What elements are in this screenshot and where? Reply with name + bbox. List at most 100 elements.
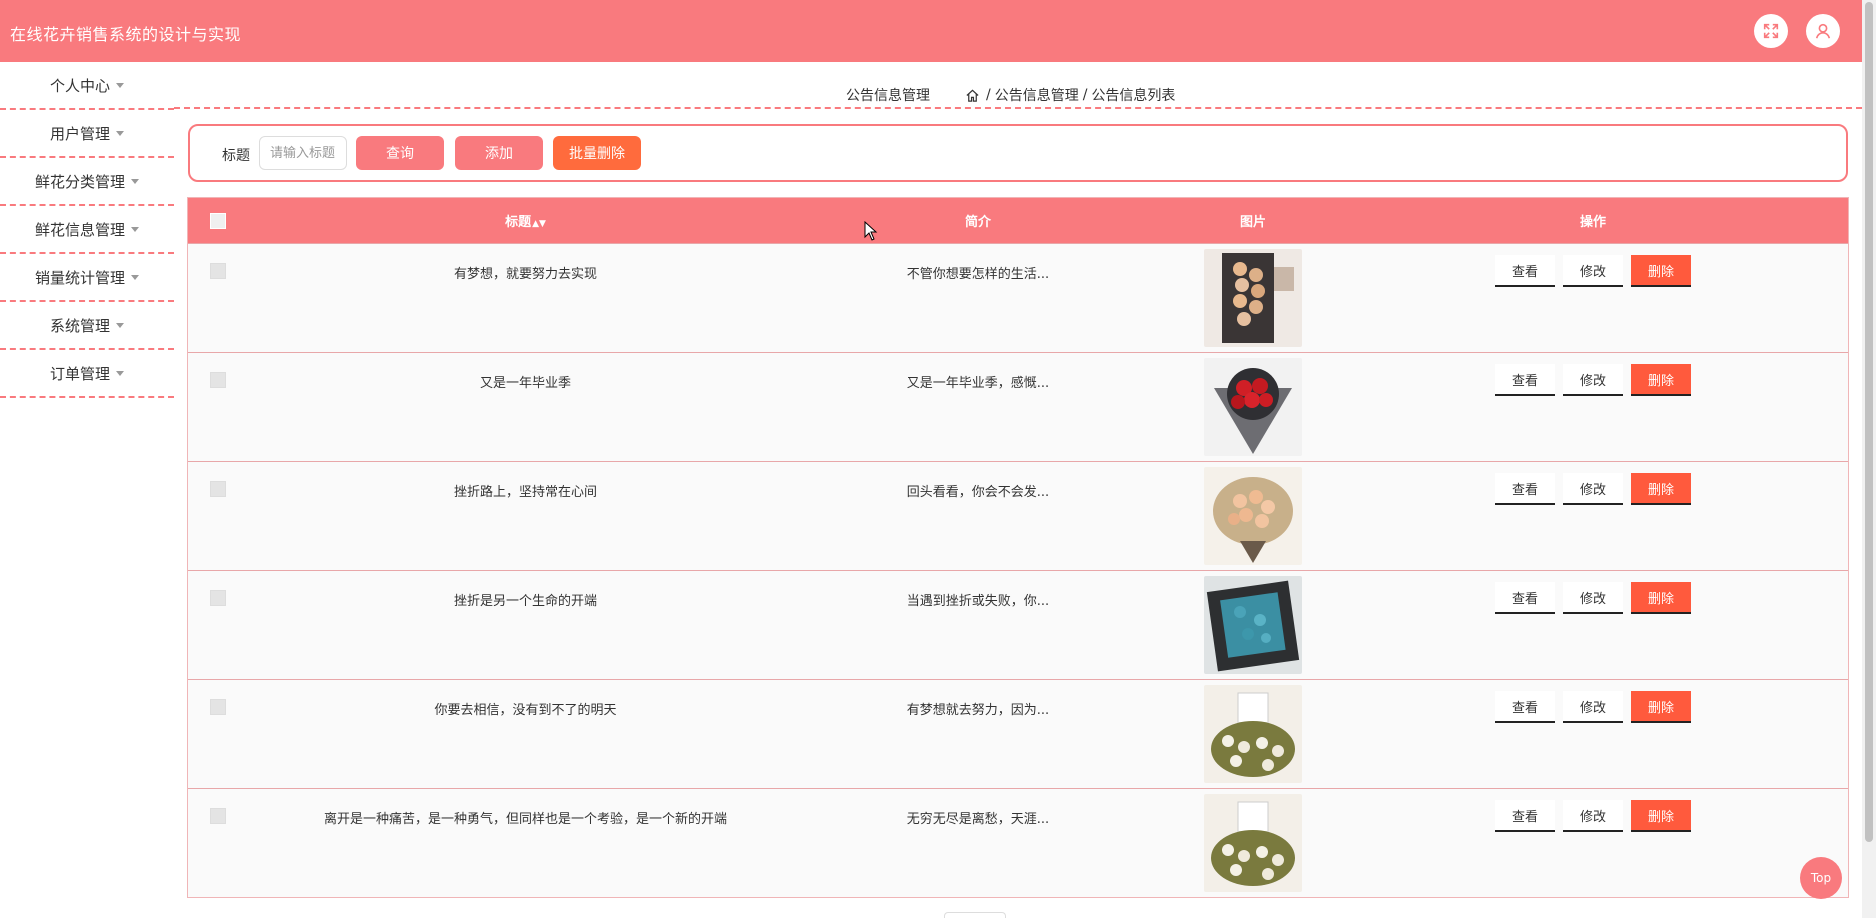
fullscreen-button[interactable] bbox=[1754, 14, 1788, 48]
caret-down-icon bbox=[131, 274, 139, 280]
view-button[interactable]: 查看 bbox=[1495, 255, 1555, 287]
user-menu-button[interactable] bbox=[1806, 14, 1840, 48]
edit-button[interactable]: 修改 bbox=[1563, 691, 1623, 723]
row-checkbox[interactable] bbox=[210, 263, 226, 279]
sidebar-item-label: 订单管理 bbox=[49, 364, 110, 383]
sidebar-item-label: 销量统计管理 bbox=[34, 268, 125, 287]
edit-button[interactable]: 修改 bbox=[1563, 582, 1623, 614]
fullscreen-icon bbox=[1763, 23, 1779, 39]
edit-button[interactable]: 修改 bbox=[1563, 255, 1623, 287]
view-button[interactable]: 查看 bbox=[1495, 582, 1555, 614]
breadcrumb-separator: / bbox=[1082, 87, 1088, 103]
back-to-top-button[interactable]: Top bbox=[1800, 857, 1842, 899]
edit-button[interactable]: 修改 bbox=[1563, 473, 1623, 505]
delete-button[interactable]: 删除 bbox=[1631, 255, 1691, 287]
sidebar-item-system[interactable]: 系统管理 bbox=[0, 302, 174, 350]
delete-button[interactable]: 删除 bbox=[1631, 800, 1691, 832]
column-brief: 简介 bbox=[964, 215, 991, 230]
edit-button[interactable]: 修改 bbox=[1563, 364, 1623, 396]
pagination[interactable] bbox=[944, 912, 1006, 918]
sidebar-item-label: 用户管理 bbox=[49, 124, 110, 143]
scrollbar-thumb[interactable] bbox=[1865, 2, 1873, 842]
select-all-checkbox[interactable] bbox=[210, 212, 226, 229]
delete-button[interactable]: 删除 bbox=[1631, 582, 1691, 614]
row-checkbox[interactable] bbox=[210, 481, 226, 497]
row-brief: 无穷无尽是离愁，天涯... bbox=[906, 812, 1050, 827]
breadcrumb-item-current: 公告信息列表 bbox=[1091, 88, 1176, 104]
sidebar-item-label: 鲜花信息管理 bbox=[34, 220, 125, 239]
add-button[interactable]: 添加 bbox=[455, 136, 543, 170]
row-title: 你要去相信，没有到不了的明天 bbox=[434, 703, 617, 718]
table-header: 标题▲▼ 简介 图片 操作 bbox=[188, 198, 1848, 243]
search-label: 标题 bbox=[222, 148, 250, 164]
top-bar: 在线花卉销售系统的设计与实现 bbox=[0, 0, 1862, 62]
row-brief: 当遇到挫折或失败，你... bbox=[906, 594, 1050, 609]
view-button[interactable]: 查看 bbox=[1495, 473, 1555, 505]
sidebar-item-label: 鲜花分类管理 bbox=[34, 172, 125, 191]
flower-image[interactable] bbox=[1204, 794, 1302, 892]
row-checkbox[interactable] bbox=[210, 372, 226, 388]
row-title: 又是一年毕业季 bbox=[479, 376, 571, 391]
delete-button[interactable]: 删除 bbox=[1631, 364, 1691, 396]
row-brief: 有梦想就去努力，因为... bbox=[906, 703, 1050, 718]
row-checkbox[interactable] bbox=[210, 808, 226, 824]
sidebar-item-label: 个人中心 bbox=[49, 76, 110, 95]
caret-down-icon bbox=[131, 178, 139, 184]
row-brief: 不管你想要怎样的生活... bbox=[906, 267, 1050, 282]
query-button[interactable]: 查询 bbox=[356, 136, 444, 170]
page-title: 公告信息管理 bbox=[846, 88, 930, 104]
table-row: 离开是一种痛苦，是一种勇气，但同样也是一个考验，是一个新的开端 无穷无尽是离愁，… bbox=[188, 788, 1848, 897]
delete-button[interactable]: 删除 bbox=[1631, 473, 1691, 505]
column-image: 图片 bbox=[1239, 215, 1266, 230]
flower-image[interactable] bbox=[1204, 576, 1302, 674]
table-row: 挫折是另一个生命的开端 当遇到挫折或失败，你... 查看 修改 删除 bbox=[188, 570, 1848, 679]
sidebar-item-personal-center[interactable]: 个人中心 bbox=[0, 62, 174, 110]
flower-image[interactable] bbox=[1204, 467, 1302, 565]
caret-down-icon bbox=[116, 370, 124, 376]
flower-image[interactable] bbox=[1204, 358, 1302, 456]
row-title: 有梦想，就要努力去实现 bbox=[453, 267, 597, 282]
view-button[interactable]: 查看 bbox=[1495, 364, 1555, 396]
caret-down-icon bbox=[116, 322, 124, 328]
table-row: 你要去相信，没有到不了的明天 有梦想就去努力，因为... 查看 修改 删除 bbox=[188, 679, 1848, 788]
column-title[interactable]: 标题▲▼ bbox=[248, 211, 803, 230]
column-actions: 操作 bbox=[1579, 215, 1606, 230]
sidebar-item-orders[interactable]: 订单管理 bbox=[0, 350, 174, 398]
sidebar-item-users[interactable]: 用户管理 bbox=[0, 110, 174, 158]
row-title: 离开是一种痛苦，是一种勇气，但同样也是一个考验，是一个新的开端 bbox=[323, 812, 727, 827]
table-row: 有梦想，就要努力去实现 不管你想要怎样的生活... 查看 修改 删除 bbox=[188, 243, 1848, 352]
sidebar-item-flower-info[interactable]: 鲜花信息管理 bbox=[0, 206, 174, 254]
sidebar-item-sales-stats[interactable]: 销量统计管理 bbox=[0, 254, 174, 302]
row-checkbox[interactable] bbox=[210, 699, 226, 715]
caret-down-icon bbox=[131, 226, 139, 232]
caret-down-icon bbox=[116, 130, 124, 136]
table-row: 又是一年毕业季 又是一年毕业季，感慨... 查看 修改 删除 bbox=[188, 352, 1848, 461]
mouse-cursor-icon bbox=[864, 221, 878, 241]
row-brief: 又是一年毕业季，感慨... bbox=[906, 376, 1050, 391]
sort-icon[interactable]: ▲▼ bbox=[532, 219, 546, 229]
breadcrumb: / 公告信息管理 / 公告信息列表 bbox=[965, 85, 1175, 105]
caret-down-icon bbox=[116, 82, 124, 88]
sidebar-item-flower-category[interactable]: 鲜花分类管理 bbox=[0, 158, 174, 206]
title-search-input[interactable] bbox=[259, 136, 347, 170]
row-title: 挫折是另一个生命的开端 bbox=[453, 594, 597, 609]
delete-button[interactable]: 删除 bbox=[1631, 691, 1691, 723]
row-title: 挫折路上，坚持常在心间 bbox=[453, 485, 597, 500]
table-row: 挫折路上，坚持常在心间 回头看看，你会不会发... 查看 修改 删除 bbox=[188, 461, 1848, 570]
flower-image[interactable] bbox=[1204, 249, 1302, 347]
breadcrumb-item[interactable]: 公告信息管理 bbox=[995, 85, 1079, 105]
user-icon bbox=[1815, 23, 1831, 39]
flower-image[interactable] bbox=[1204, 685, 1302, 783]
edit-button[interactable]: 修改 bbox=[1563, 800, 1623, 832]
view-button[interactable]: 查看 bbox=[1495, 800, 1555, 832]
header-divider bbox=[174, 107, 1862, 109]
sidebar-item-label: 系统管理 bbox=[49, 316, 110, 335]
home-icon[interactable] bbox=[965, 88, 980, 103]
batch-delete-button[interactable]: 批量删除 bbox=[553, 136, 641, 170]
app-title: 在线花卉销售系统的设计与实现 bbox=[10, 25, 242, 44]
sidebar: 个人中心 用户管理 鲜花分类管理 鲜花信息管理 销量统计管理 系统管理 订单管理 bbox=[0, 62, 174, 398]
search-panel: 标题 查询 添加 批量删除 bbox=[188, 124, 1848, 182]
view-button[interactable]: 查看 bbox=[1495, 691, 1555, 723]
row-checkbox[interactable] bbox=[210, 590, 226, 606]
page-scrollbar[interactable] bbox=[1862, 0, 1876, 918]
